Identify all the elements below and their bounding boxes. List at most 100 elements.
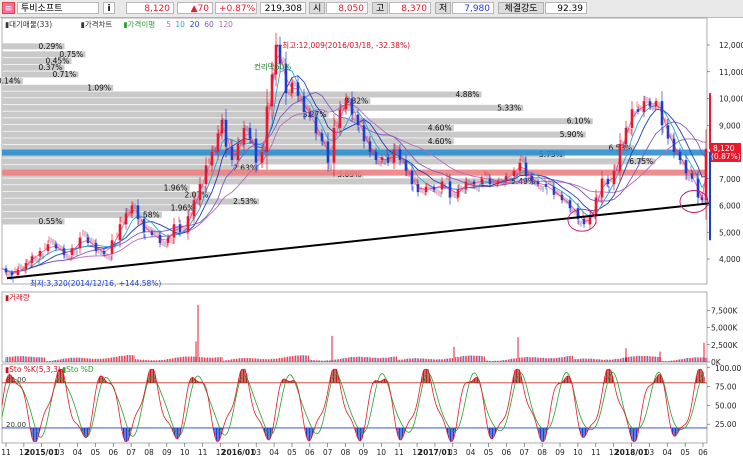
volume-profile-bar bbox=[2, 185, 190, 192]
x-tick-label: 11 bbox=[591, 448, 601, 457]
high-annotation: ←최고:12,009(2016/03/18, -32.38%) bbox=[276, 40, 410, 50]
volume-tick-label: 7,500K bbox=[711, 306, 738, 315]
volume-profile-bar bbox=[2, 91, 482, 98]
price-legend-item: 5 bbox=[166, 20, 171, 29]
price-legend-item: ▮가격이평 bbox=[123, 19, 155, 29]
candle-body bbox=[136, 205, 140, 219]
stochastic-panel bbox=[1, 363, 708, 444]
candle-body bbox=[606, 178, 610, 185]
price-tick-label: 5,000 bbox=[719, 228, 741, 237]
volume-profile-label: 6.75% bbox=[629, 157, 653, 166]
peak-annotation: 컨리막60% bbox=[254, 62, 291, 72]
volume-profile-label: 4.60% bbox=[428, 137, 452, 146]
x-tick-label: 06 bbox=[698, 448, 708, 457]
candle-body bbox=[684, 160, 688, 174]
x-tick-label: 2017/01 bbox=[418, 448, 452, 457]
price-tag-percent: (0.87%) bbox=[711, 152, 741, 161]
volume-title: ▮거래량 bbox=[5, 293, 30, 302]
candle-body bbox=[704, 148, 708, 201]
x-tick-label: 05 bbox=[680, 448, 690, 457]
candle-body bbox=[260, 152, 264, 163]
candle-body bbox=[660, 101, 664, 126]
candle-body bbox=[118, 224, 122, 241]
stochastic-legend-d: ▮Sto %D bbox=[62, 365, 94, 374]
candle-body bbox=[456, 189, 460, 198]
volume-profile-label: 5.90% bbox=[560, 130, 584, 139]
x-tick-label: 08 bbox=[144, 448, 154, 457]
x-tick-label: 10 bbox=[573, 448, 583, 457]
volume-profile-label: 0.55% bbox=[39, 217, 63, 226]
price-tick-label: 10,000 bbox=[719, 95, 743, 104]
stochastic-level-label: 20.00 bbox=[6, 421, 26, 429]
volume-panel bbox=[1, 291, 708, 363]
x-tick-label: 05 bbox=[287, 448, 297, 457]
candle-body bbox=[124, 213, 128, 225]
x-tick-label: 08 bbox=[537, 448, 547, 457]
price-tick-label: 9,000 bbox=[719, 121, 741, 130]
x-tick-label: 10 bbox=[377, 448, 387, 457]
stock-chart-canvas[interactable]: 0.29%0.75%0.45%0.37%0.71%0.14%1.09%4.88%… bbox=[0, 0, 743, 457]
volume-profile-bar bbox=[2, 131, 586, 138]
candle-body bbox=[254, 138, 258, 163]
price-legend-item: 10 bbox=[175, 20, 185, 29]
candle-body bbox=[618, 143, 622, 171]
x-tick-label: 08 bbox=[341, 448, 351, 457]
volume-profile-label: 0.14% bbox=[0, 77, 21, 86]
stochastic-tick-label: 50.00 bbox=[715, 401, 737, 410]
candle-body bbox=[186, 216, 190, 233]
price-tick-label: 7,000 bbox=[719, 175, 741, 184]
x-tick-label: 03 bbox=[55, 448, 65, 457]
x-tick-label: 07 bbox=[520, 448, 530, 457]
candle-body bbox=[236, 143, 240, 161]
x-tick-label: 07 bbox=[323, 448, 333, 457]
candle-body bbox=[16, 269, 20, 276]
candle-body bbox=[296, 82, 300, 96]
volume-profile-label: 5.33% bbox=[497, 103, 521, 112]
x-tick-label: 06 bbox=[305, 448, 315, 457]
candle-body bbox=[270, 74, 274, 107]
x-tick-label: 2015/01 bbox=[25, 448, 59, 457]
volume-tick-label: 2,500K bbox=[711, 341, 738, 350]
candle-body bbox=[350, 98, 354, 115]
level-line bbox=[2, 169, 707, 176]
volume-profile-bar bbox=[2, 104, 524, 111]
price-tick-label: 4,000 bbox=[719, 255, 741, 264]
volume-profile-label: 4.60% bbox=[428, 123, 452, 132]
candle-body bbox=[248, 127, 252, 139]
price-tick-label: 11,000 bbox=[719, 68, 743, 77]
candle-body bbox=[392, 149, 396, 163]
volume-profile-label: 1.96% bbox=[171, 204, 195, 213]
x-tick-label: 09 bbox=[162, 448, 172, 457]
x-tick-label: 04 bbox=[73, 448, 83, 457]
candle-body bbox=[544, 184, 548, 187]
candle-body bbox=[10, 272, 14, 276]
price-legend-item: 20 bbox=[190, 20, 200, 29]
price-legend-item: 60 bbox=[204, 20, 214, 29]
price-tick-label: 12,000 bbox=[719, 41, 743, 50]
price-legend-item: 120 bbox=[219, 20, 234, 29]
x-tick-label: 11 bbox=[394, 448, 404, 457]
volume-profile-label: 6.10% bbox=[567, 117, 591, 126]
x-tick-label: 10 bbox=[180, 448, 190, 457]
x-tick-label: 06 bbox=[502, 448, 512, 457]
volume-profile-bar bbox=[2, 205, 197, 212]
x-tick-label: 06 bbox=[108, 448, 118, 457]
volume-profile-label: 2.53% bbox=[233, 197, 257, 206]
volume-profile-label: 1.09% bbox=[87, 83, 111, 92]
candle-body bbox=[518, 162, 522, 171]
x-tick-label: 2018/01 bbox=[614, 448, 648, 457]
volume-profile-label: 0.71% bbox=[52, 70, 76, 79]
candle-body bbox=[356, 114, 360, 126]
stochastic-tick-label: 75.00 bbox=[715, 383, 737, 392]
candle-body bbox=[332, 127, 336, 163]
candle-body bbox=[4, 268, 8, 273]
candle-body bbox=[404, 160, 408, 171]
x-tick-label: 11 bbox=[198, 448, 208, 457]
x-tick-label: 07 bbox=[126, 448, 136, 457]
low-annotation: 최저:3,320(2014/12/16, +144.58%) bbox=[30, 278, 161, 288]
stochastic-tick-label: 100.00 bbox=[715, 364, 741, 373]
x-tick-label: 04 bbox=[466, 448, 476, 457]
candle-body bbox=[216, 133, 220, 152]
price-legend-item: ▮대기매물(33) bbox=[5, 20, 52, 29]
candle-body bbox=[338, 109, 342, 128]
